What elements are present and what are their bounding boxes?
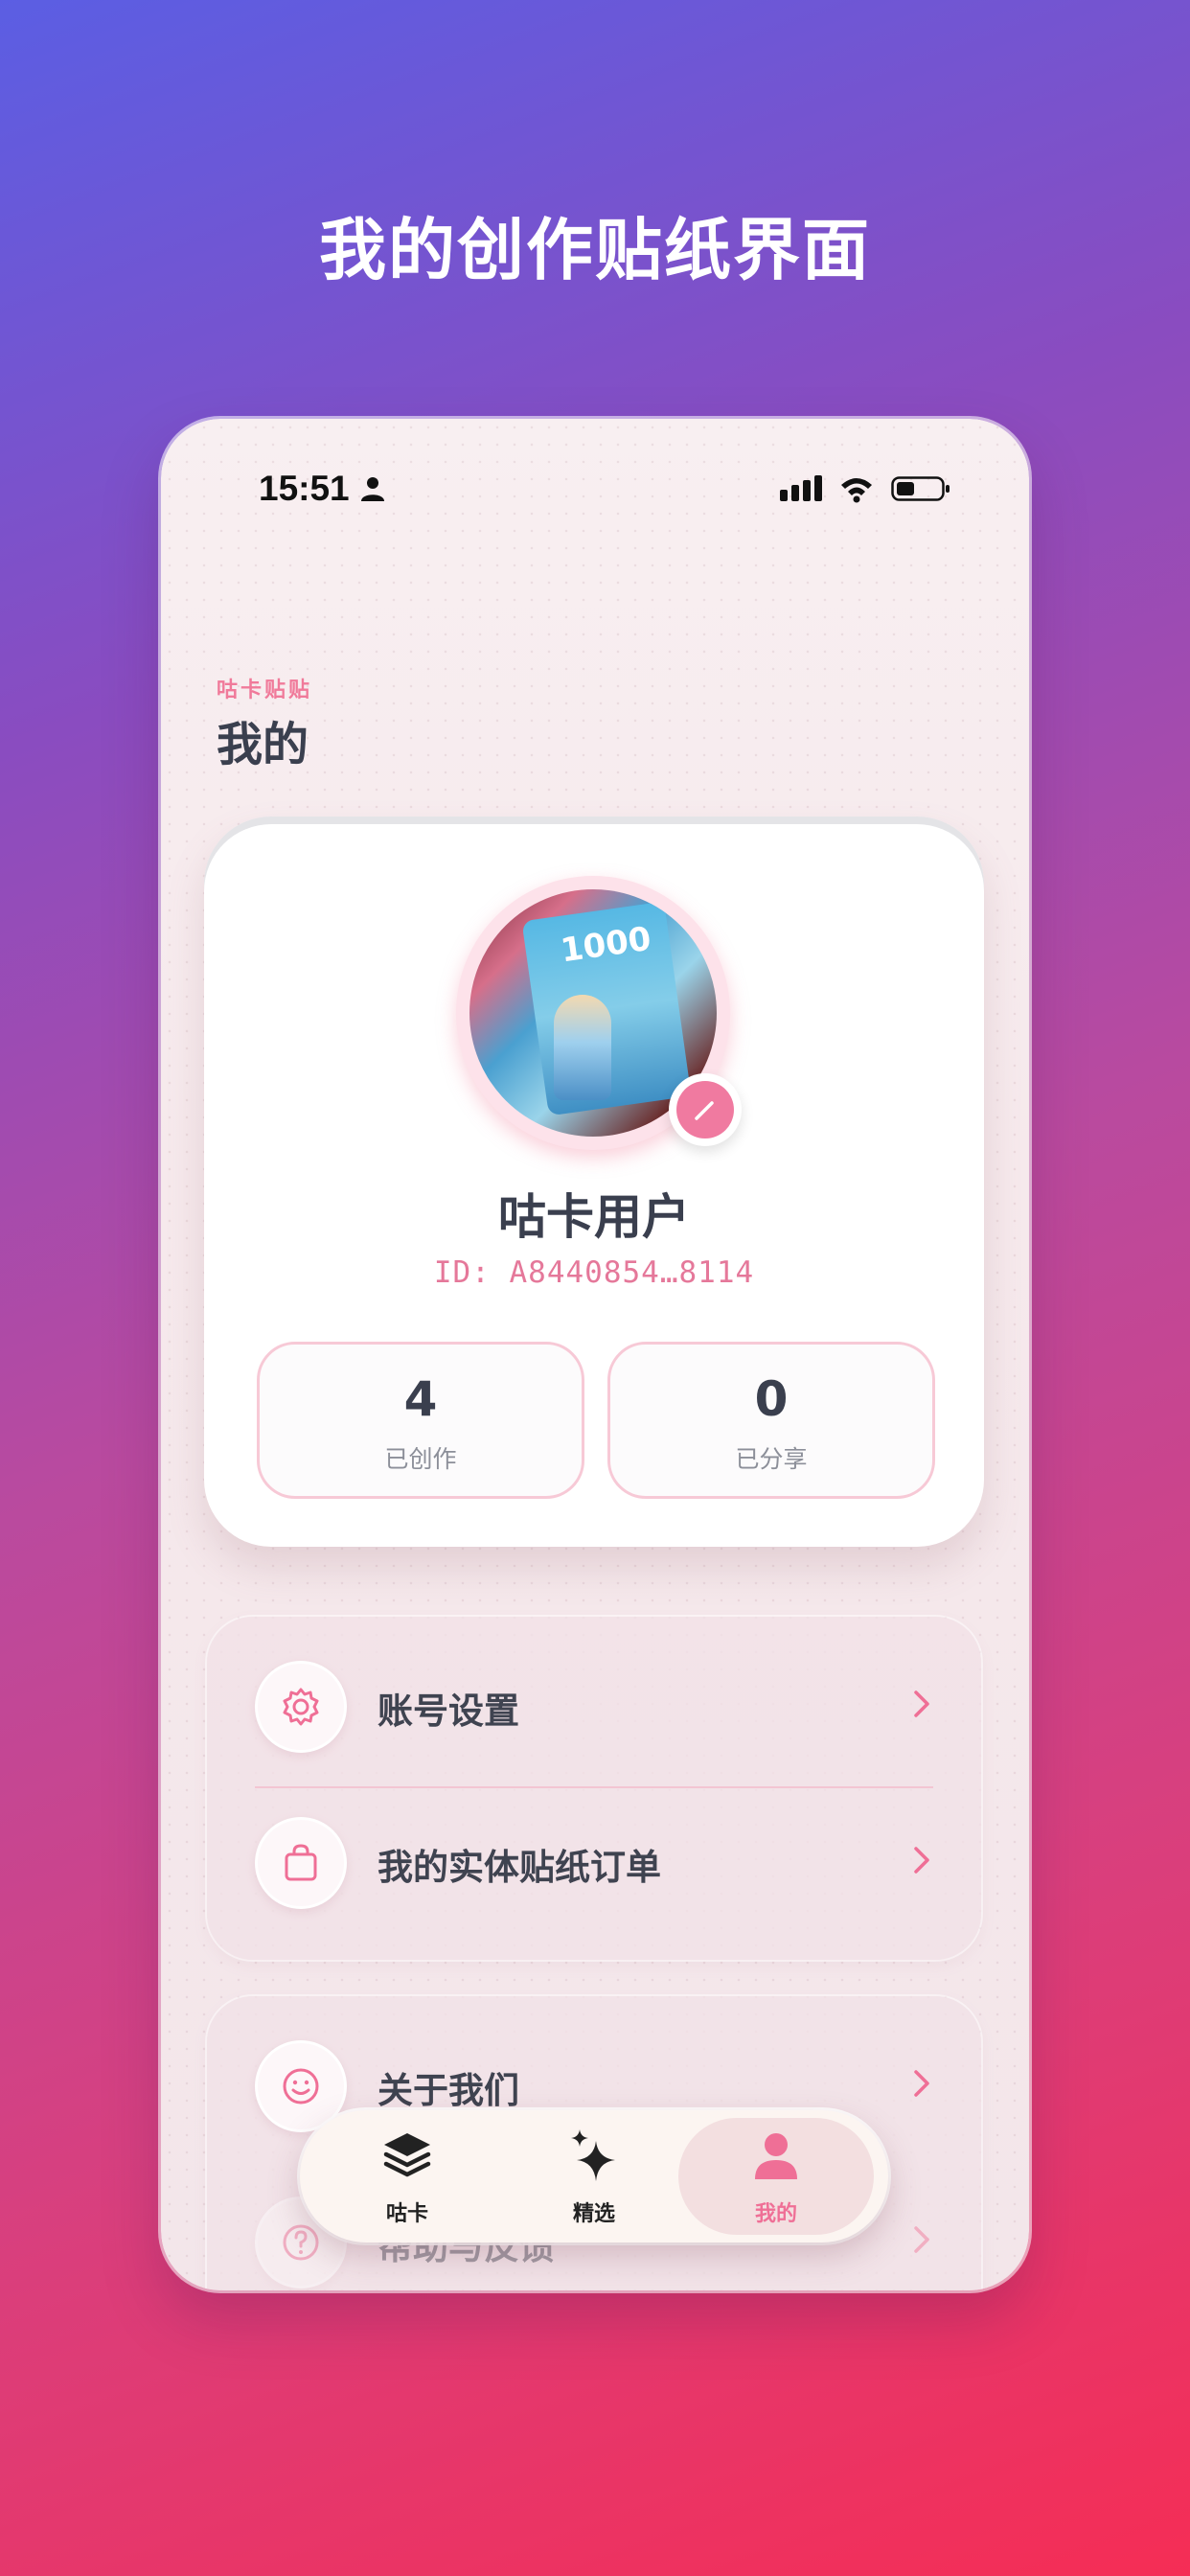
menu-label-sticker-orders: 我的实体贴纸订单 <box>378 1847 661 1888</box>
tab-featured[interactable]: 精选 <box>496 2118 692 2235</box>
chevron-right-icon <box>914 2226 929 2253</box>
tab-label-mine: 我的 <box>754 2202 797 2226</box>
tab-bar: 咕卡 精选 我的 <box>300 2110 888 2242</box>
chevron-right-icon <box>914 1847 929 1874</box>
chevron-right-icon <box>914 2070 929 2097</box>
stat-shared-value: 0 <box>754 1371 789 1427</box>
wifi-icon <box>841 478 872 503</box>
stat-created-value: 4 <box>403 1371 438 1427</box>
stat-created[interactable]: 4 已创作 <box>257 1342 584 1499</box>
tab-label-featured: 精选 <box>572 2202 615 2226</box>
chevron-right-icon <box>914 1690 929 1717</box>
status-time: 15:51 <box>259 469 350 508</box>
person-icon <box>755 2133 797 2179</box>
tab-label-guka: 咕卡 <box>385 2202 428 2226</box>
pencil-icon <box>695 1101 714 1120</box>
edit-avatar-button[interactable] <box>669 1073 742 1146</box>
menu-item-sticker-orders[interactable]: 我的实体贴纸订单 <box>207 1782 981 1938</box>
phone-screen: 15:51 咕卡贴贴 我的 1000 咕卡用户 ID: A8440854…811… <box>161 419 1029 2290</box>
menu-item-account-settings[interactable]: 账号设置 <box>207 1626 981 1782</box>
status-bar: 15:51 <box>161 419 1029 563</box>
stack-icon <box>383 2133 431 2177</box>
sparkle-icon <box>571 2129 615 2181</box>
username: 咕卡用户 <box>498 1189 690 1245</box>
promo-title: 我的创作贴纸界面 <box>319 211 871 289</box>
bag-icon <box>285 1844 317 1881</box>
user-id[interactable]: ID: A8440854…8114 <box>204 1255 984 1290</box>
tab-guka[interactable]: 咕卡 <box>309 2118 505 2235</box>
battery-icon <box>891 476 950 501</box>
menu-group-account: 账号设置 我的实体贴纸订单 <box>207 1617 981 1960</box>
profile-card: 1000 咕卡用户 ID: A8440854…8114 4 已创作 0 已分享 <box>204 816 984 1547</box>
menu-label-about-us: 关于我们 <box>378 2070 519 2111</box>
page-title: 我的 <box>217 718 309 771</box>
stat-shared[interactable]: 0 已分享 <box>607 1342 935 1499</box>
stat-shared-label: 已分享 <box>735 1445 808 1473</box>
smile-icon <box>283 2068 319 2104</box>
avatar-figure <box>554 995 611 1100</box>
tab-mine[interactable]: 我的 <box>678 2118 874 2235</box>
menu-label-account-settings: 账号设置 <box>378 1690 519 1732</box>
stat-created-label: 已创作 <box>384 1445 457 1473</box>
brand-label: 咕卡贴贴 <box>217 678 313 702</box>
person-status-icon <box>361 477 384 501</box>
gear-icon <box>283 1688 319 1726</box>
cellular-signal-icon <box>780 475 822 501</box>
